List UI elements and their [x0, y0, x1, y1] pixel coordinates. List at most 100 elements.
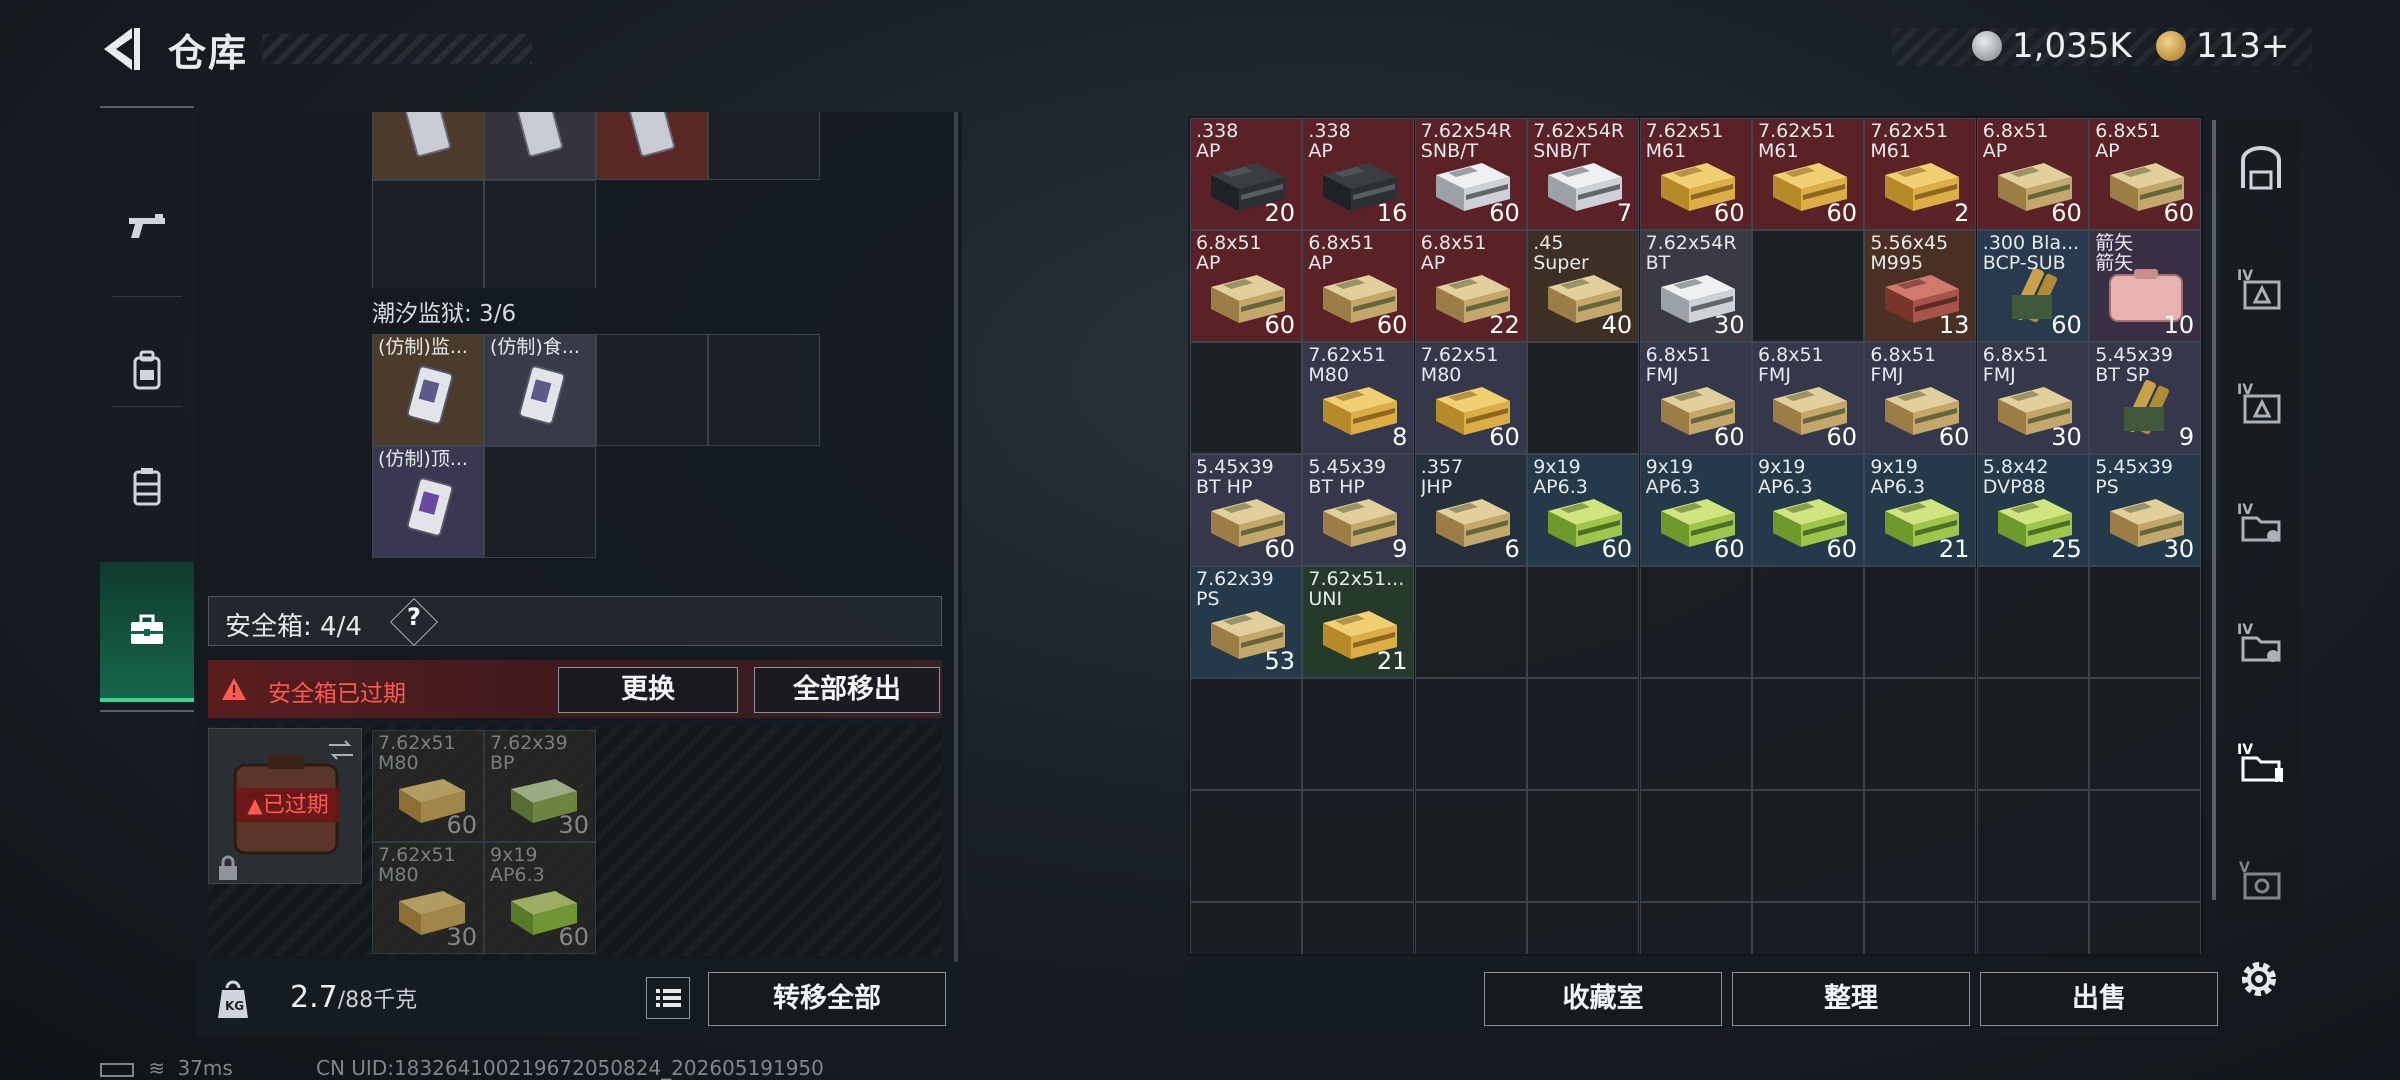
stash-item[interactable]: 6.8x51 FMJ 60	[1752, 342, 1864, 454]
stash-item[interactable]: 6.8x51 AP 22	[1414, 230, 1527, 342]
stash-cell[interactable]	[1639, 678, 1752, 790]
nav-secure-container[interactable]	[100, 562, 194, 702]
stash-item[interactable]: 5.45x39 BT SP 9	[2089, 342, 2202, 454]
stash-cell[interactable]	[2089, 566, 2202, 678]
stash-empty-slot[interactable]	[1190, 342, 1302, 454]
stash-item[interactable]: .357 JHP 6	[1414, 454, 1527, 566]
item-keycard[interactable]: (仿制)监...	[372, 334, 484, 446]
stash-item[interactable]: .338 AP 16	[1302, 118, 1415, 230]
item-keycard[interactable]: (仿制)顶...	[372, 446, 484, 558]
back-button[interactable]	[96, 24, 144, 74]
stash-cell[interactable]	[1639, 790, 1752, 902]
stash-cell[interactable]	[1752, 902, 1864, 954]
stash-cell[interactable]	[1527, 790, 1640, 902]
stash-item[interactable]: 7.62x39 PS 53	[1190, 566, 1302, 678]
nav-stash-shelf[interactable]	[2222, 120, 2300, 220]
stash-item[interactable]: 9x19 AP6.3 60	[1639, 454, 1752, 566]
stash-cell[interactable]	[1414, 566, 1527, 678]
sell-button[interactable]: 出售	[1980, 972, 2218, 1026]
nav-container-iv-active[interactable]: IV	[2222, 714, 2300, 814]
stash-cell[interactable]	[1864, 678, 1977, 790]
stash-cell[interactable]	[1976, 566, 2089, 678]
stash-cell[interactable]	[1864, 902, 1977, 954]
help-question-mark[interactable]: ?	[407, 603, 421, 631]
sort-button[interactable]: 整理	[1732, 972, 1970, 1026]
stash-cell[interactable]	[1639, 902, 1752, 954]
stash-item[interactable]: 7.62x51 M61 2	[1864, 118, 1977, 230]
stash-cell[interactable]	[1527, 566, 1640, 678]
stash-scrollbar[interactable]	[2212, 120, 2216, 900]
remove-all-button[interactable]: 全部移出	[754, 667, 940, 713]
stash-item[interactable]: 6.8x51 AP 60	[2089, 118, 2202, 230]
stash-cell[interactable]	[1639, 566, 1752, 678]
nav-container-iv-1[interactable]: IV	[2222, 240, 2300, 340]
stash-item[interactable]: 7.62x54R SNB/T 7	[1527, 118, 1640, 230]
item-card[interactable]	[372, 112, 484, 180]
stash-cell[interactable]	[1190, 902, 1302, 954]
stash-cell[interactable]	[2089, 790, 2202, 902]
stash-cell[interactable]	[1527, 678, 1640, 790]
stash-cell[interactable]	[1864, 790, 1977, 902]
stash-item[interactable]: 6.8x51 FMJ 30	[1976, 342, 2089, 454]
stash-item[interactable]: 6.8x51 FMJ 60	[1864, 342, 1977, 454]
swap-icon[interactable]	[327, 739, 355, 761]
item-keycard[interactable]: (仿制)食...	[484, 334, 596, 446]
stash-cell[interactable]	[2089, 902, 2202, 954]
nav-rig[interactable]	[100, 416, 194, 556]
stash-cell[interactable]	[1190, 790, 1302, 902]
replace-button[interactable]: 更换	[558, 667, 738, 713]
stash-item[interactable]: 7.62x51 M80 8	[1302, 342, 1415, 454]
stash-empty-slot[interactable]	[1527, 342, 1640, 454]
nav-container-iv-4[interactable]: IV	[2222, 594, 2300, 694]
stash-cell[interactable]	[1414, 902, 1527, 954]
stash-cell[interactable]	[1302, 678, 1415, 790]
stash-item[interactable]: 7.62x51 M80 60	[1414, 342, 1527, 454]
stash-item[interactable]: .300 Bla... BCP-SUB 60	[1976, 230, 2089, 342]
item-ammo-box[interactable]: 9x19 AP6.3 60	[484, 842, 596, 954]
stash-item[interactable]: 箭矢 箭矢 10	[2089, 230, 2202, 342]
nav-container-v[interactable]: V	[2222, 832, 2300, 932]
left-scrollbar[interactable]	[954, 112, 958, 962]
settings-button[interactable]	[2232, 952, 2286, 1006]
stash-item[interactable]: 7.62x51 M61 60	[1639, 118, 1752, 230]
stash-cell[interactable]	[1190, 678, 1302, 790]
item-ammo-box[interactable]: 7.62x51 M80 30	[372, 842, 484, 954]
list-view-button[interactable]	[646, 977, 690, 1019]
stash-cell[interactable]	[1976, 678, 2089, 790]
stash-cell[interactable]	[1752, 566, 1864, 678]
nav-container-iv-2[interactable]: IV	[2222, 354, 2300, 454]
stash-cell[interactable]	[1302, 790, 1415, 902]
stash-cell[interactable]	[1414, 678, 1527, 790]
stash-item[interactable]: 5.45x39 PS 30	[2089, 454, 2202, 566]
collection-room-button[interactable]: 收藏室	[1484, 972, 1722, 1026]
item-card[interactable]	[484, 112, 596, 180]
nav-weapons[interactable]	[100, 156, 194, 296]
stash-cell[interactable]	[1752, 790, 1864, 902]
stash-item[interactable]: 7.62x51 M61 60	[1752, 118, 1864, 230]
transfer-all-button[interactable]: 转移全部	[708, 972, 946, 1026]
stash-item[interactable]: 7.62x51... UNI 21	[1302, 566, 1415, 678]
stash-item[interactable]: 7.62x54R BT 30	[1639, 230, 1752, 342]
stash-item[interactable]: 7.62x54R SNB/T 60	[1414, 118, 1527, 230]
stash-item[interactable]: 6.8x51 FMJ 60	[1639, 342, 1752, 454]
stash-item[interactable]: .45 Super 40	[1527, 230, 1640, 342]
stash-cell[interactable]	[1414, 790, 1527, 902]
stash-cell[interactable]	[1302, 902, 1415, 954]
stash-item[interactable]: 9x19 AP6.3 60	[1527, 454, 1640, 566]
stash-item[interactable]: 5.45x39 BT HP 60	[1190, 454, 1302, 566]
stash-item[interactable]: 5.45x39 BT HP 9	[1302, 454, 1415, 566]
stash-item[interactable]: 5.8x42 DVP88 25	[1976, 454, 2089, 566]
stash-item[interactable]: 6.8x51 AP 60	[1190, 230, 1302, 342]
item-ammo-box[interactable]: 7.62x39 BP 30	[484, 730, 596, 842]
stash-cell[interactable]	[1527, 902, 1640, 954]
stash-cell[interactable]	[1976, 790, 2089, 902]
item-ammo-box[interactable]: 7.62x51 M80 60	[372, 730, 484, 842]
stash-item[interactable]: 6.8x51 AP 60	[1302, 230, 1415, 342]
stash-item[interactable]: 6.8x51 AP 60	[1976, 118, 2089, 230]
stash-item[interactable]: .338 AP 20	[1190, 118, 1302, 230]
stash-item[interactable]: 9x19 AP6.3 21	[1864, 454, 1977, 566]
stash-empty-slot[interactable]	[1752, 230, 1864, 342]
stash-cell[interactable]	[1752, 678, 1864, 790]
item-card[interactable]	[596, 112, 708, 180]
nav-container-iv-3[interactable]: IV	[2222, 474, 2300, 574]
